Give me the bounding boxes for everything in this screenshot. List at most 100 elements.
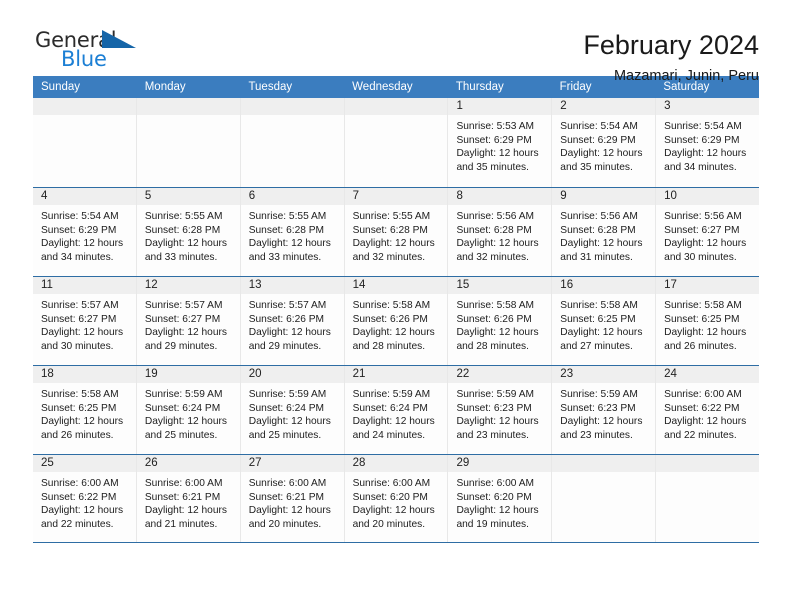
calendar-day-cell[interactable]: 17 Sunrise: 5:58 AM Sunset: 6:25 PM Dayligh… xyxy=(656,277,760,365)
day-number: 11 xyxy=(41,279,53,291)
day-details: Sunrise: 5:55 AM Sunset: 6:28 PM Daylight:… xyxy=(241,205,344,264)
sunrise-text: Sunrise: 5:54 AM xyxy=(664,121,742,132)
day-details xyxy=(345,115,448,120)
day-number: 22 xyxy=(456,368,470,380)
daylight-text-line1: Daylight: 12 hours xyxy=(248,238,331,250)
daylight-text-line2: and 34 minutes. xyxy=(664,161,737,173)
sunset-text: Sunset: 6:29 PM xyxy=(41,224,117,236)
page-title: February 2024 xyxy=(583,30,759,60)
calendar-day-cell[interactable]: 4 Sunrise: 5:54 AM Sunset: 6:29 PM Daylight… xyxy=(33,188,137,276)
daylight-text-line1: Daylight: 12 hours xyxy=(41,238,124,250)
sunrise-text: Sunrise: 5:58 AM xyxy=(352,300,431,311)
daylight-text-line1: Daylight: 12 hours xyxy=(41,416,124,428)
calendar-day-cell[interactable]: 13 Sunrise: 5:57 AM Sunset: 6:26 PM Dayligh… xyxy=(240,277,345,365)
day-details: Sunrise: 6:00 AM Sunset: 6:22 PM Daylight:… xyxy=(656,383,759,442)
sunrise-text: Sunrise: 5:55 AM xyxy=(248,211,327,222)
day-number-band: 8 xyxy=(448,188,552,205)
calendar-day-cell[interactable]: 24 Sunrise: 6:00 AM Sunset: 6:22 PM Dayligh… xyxy=(656,366,760,454)
daylight-text-line1: Daylight: 12 hours xyxy=(664,148,747,160)
day-details: Sunrise: 5:59 AM Sunset: 6:23 PM Daylight:… xyxy=(448,383,551,442)
calendar-page: General Blue February 2024 Mazamari, Jun… xyxy=(0,0,792,612)
calendar-day-cell[interactable]: 9 Sunrise: 5:56 AM Sunset: 6:28 PM Daylight… xyxy=(552,188,657,276)
sunset-text: Sunset: 6:24 PM xyxy=(248,402,325,414)
day-number: 29 xyxy=(456,457,470,469)
calendar-day-cell[interactable]: 27 Sunrise: 6:00 AM Sunset: 6:21 PM Dayligh… xyxy=(240,455,345,542)
day-details: Sunrise: 5:54 AM Sunset: 6:29 PM Daylight:… xyxy=(552,115,655,174)
calendar-day-cell[interactable]: 3 Sunrise: 5:54 AM Sunset: 6:29 PM Daylight… xyxy=(656,98,760,187)
calendar-day-cell[interactable]: 26 Sunrise: 6:00 AM Sunset: 6:21 PM Dayligh… xyxy=(136,455,241,542)
day-number: 13 xyxy=(248,279,262,291)
day-number-band: 6 xyxy=(240,188,344,205)
calendar-day-cell[interactable]: 16 Sunrise: 5:58 AM Sunset: 6:25 PM Dayligh… xyxy=(552,277,657,365)
calendar-day-cell[interactable]: 25 Sunrise: 6:00 AM Sunset: 6:22 PM Dayligh… xyxy=(33,455,137,542)
day-number: 7 xyxy=(352,190,359,202)
calendar-week-row: 18 Sunrise: 5:58 AM Sunset: 6:25 PM Dayligh… xyxy=(33,365,760,454)
day-details xyxy=(33,115,136,120)
day-number-band: 22 xyxy=(448,366,552,383)
page-header: General Blue February 2024 Mazamari, Jun… xyxy=(33,0,759,84)
day-number: 1 xyxy=(456,100,463,112)
daylight-text-line1: Daylight: 12 hours xyxy=(560,238,643,250)
day-details: Sunrise: 5:58 AM Sunset: 6:25 PM Daylight:… xyxy=(33,383,136,442)
day-number-band: 25 xyxy=(33,455,136,472)
sunrise-text: Sunrise: 5:59 AM xyxy=(456,389,535,400)
calendar-day-cell[interactable]: 7 Sunrise: 5:55 AM Sunset: 6:28 PM Daylight… xyxy=(344,188,449,276)
daylight-text-line2: and 33 minutes. xyxy=(248,251,322,263)
sunset-text: Sunset: 6:21 PM xyxy=(144,491,221,503)
day-number-band: 15 xyxy=(448,277,552,294)
calendar-grid: Sunday Monday Tuesday Wednesday Thursday… xyxy=(33,76,760,543)
calendar-day-cell[interactable]: 29 Sunrise: 6:00 AM Sunset: 6:20 PM Dayligh… xyxy=(448,455,553,542)
day-details: Sunrise: 5:57 AM Sunset: 6:26 PM Daylight:… xyxy=(241,294,344,353)
dow-friday: Friday xyxy=(559,81,592,93)
calendar-day-cell[interactable]: 11 Sunrise: 5:57 AM Sunset: 6:27 PM Dayligh… xyxy=(33,277,137,365)
day-details: Sunrise: 5:59 AM Sunset: 6:24 PM Daylight:… xyxy=(137,383,240,442)
day-number-band: 27 xyxy=(240,455,344,472)
calendar-day-cell[interactable]: 14 Sunrise: 5:58 AM Sunset: 6:26 PM Dayligh… xyxy=(344,277,449,365)
calendar-day-cell[interactable]: 1 Sunrise: 5:53 AM Sunset: 6:29 PM Daylight… xyxy=(448,98,553,187)
daylight-text-line2: and 20 minutes. xyxy=(352,518,426,530)
day-number: 4 xyxy=(41,190,48,202)
daylight-text-line2: and 19 minutes. xyxy=(456,518,529,530)
calendar-day-cell[interactable]: 5 Sunrise: 5:55 AM Sunset: 6:28 PM Daylight… xyxy=(136,188,241,276)
day-number-band: 29 xyxy=(448,455,552,472)
daylight-text-line1: Daylight: 12 hours xyxy=(352,416,435,428)
calendar-day-empty xyxy=(240,98,345,187)
calendar-day-cell[interactable]: 22 Sunrise: 5:59 AM Sunset: 6:23 PM Dayligh… xyxy=(448,366,553,454)
sunset-text: Sunset: 6:25 PM xyxy=(664,313,740,325)
day-details: Sunrise: 5:59 AM Sunset: 6:24 PM Daylight:… xyxy=(345,383,448,442)
day-details xyxy=(241,115,344,120)
day-details: Sunrise: 5:58 AM Sunset: 6:26 PM Daylight:… xyxy=(448,294,551,353)
day-details: Sunrise: 5:58 AM Sunset: 6:26 PM Daylight:… xyxy=(345,294,448,353)
calendar-day-cell[interactable]: 15 Sunrise: 5:58 AM Sunset: 6:26 PM Dayligh… xyxy=(448,277,553,365)
day-number-band xyxy=(240,98,344,115)
day-details xyxy=(552,472,655,477)
calendar-day-cell[interactable]: 12 Sunrise: 5:57 AM Sunset: 6:27 PM Dayligh… xyxy=(136,277,241,365)
day-number-band: 3 xyxy=(656,98,760,115)
general-blue-logo[interactable]: General Blue xyxy=(33,28,148,74)
calendar-day-cell[interactable]: 8 Sunrise: 5:56 AM Sunset: 6:28 PM Daylight… xyxy=(448,188,553,276)
calendar-day-cell[interactable]: 6 Sunrise: 5:55 AM Sunset: 6:28 PM Daylight… xyxy=(240,188,345,276)
calendar-day-cell[interactable]: 19 Sunrise: 5:59 AM Sunset: 6:24 PM Dayligh… xyxy=(136,366,241,454)
calendar-day-cell[interactable]: 2 Sunrise: 5:54 AM Sunset: 6:29 PM Daylight… xyxy=(552,98,657,187)
day-number: 17 xyxy=(664,279,677,291)
daylight-text-line2: and 26 minutes. xyxy=(664,340,737,352)
calendar-day-cell[interactable]: 21 Sunrise: 5:59 AM Sunset: 6:24 PM Dayligh… xyxy=(344,366,449,454)
daylight-text-line2: and 21 minutes. xyxy=(144,518,218,530)
calendar-week-row: 25 Sunrise: 6:00 AM Sunset: 6:22 PM Dayligh… xyxy=(33,454,760,543)
calendar-day-cell[interactable]: 23 Sunrise: 5:59 AM Sunset: 6:23 PM Dayligh… xyxy=(552,366,657,454)
daylight-text-line1: Daylight: 12 hours xyxy=(352,505,435,517)
sunrise-text: Sunrise: 5:58 AM xyxy=(41,389,119,400)
sunset-text: Sunset: 6:27 PM xyxy=(144,313,221,325)
day-number-band xyxy=(136,98,240,115)
calendar-day-cell[interactable]: 10 Sunrise: 5:56 AM Sunset: 6:27 PM Dayligh… xyxy=(656,188,760,276)
calendar-day-cell[interactable]: 20 Sunrise: 5:59 AM Sunset: 6:24 PM Dayligh… xyxy=(240,366,345,454)
dow-wednesday: Wednesday xyxy=(352,81,413,93)
day-number-band xyxy=(656,455,760,472)
calendar-day-cell[interactable]: 28 Sunrise: 6:00 AM Sunset: 6:20 PM Dayligh… xyxy=(344,455,449,542)
day-number-band: 1 xyxy=(448,98,552,115)
daylight-text-line2: and 29 minutes. xyxy=(248,340,322,352)
calendar-day-cell[interactable]: 18 Sunrise: 5:58 AM Sunset: 6:25 PM Dayligh… xyxy=(33,366,137,454)
sunset-text: Sunset: 6:29 PM xyxy=(560,134,636,146)
day-number-band: 9 xyxy=(552,188,656,205)
day-number-band: 10 xyxy=(656,188,760,205)
